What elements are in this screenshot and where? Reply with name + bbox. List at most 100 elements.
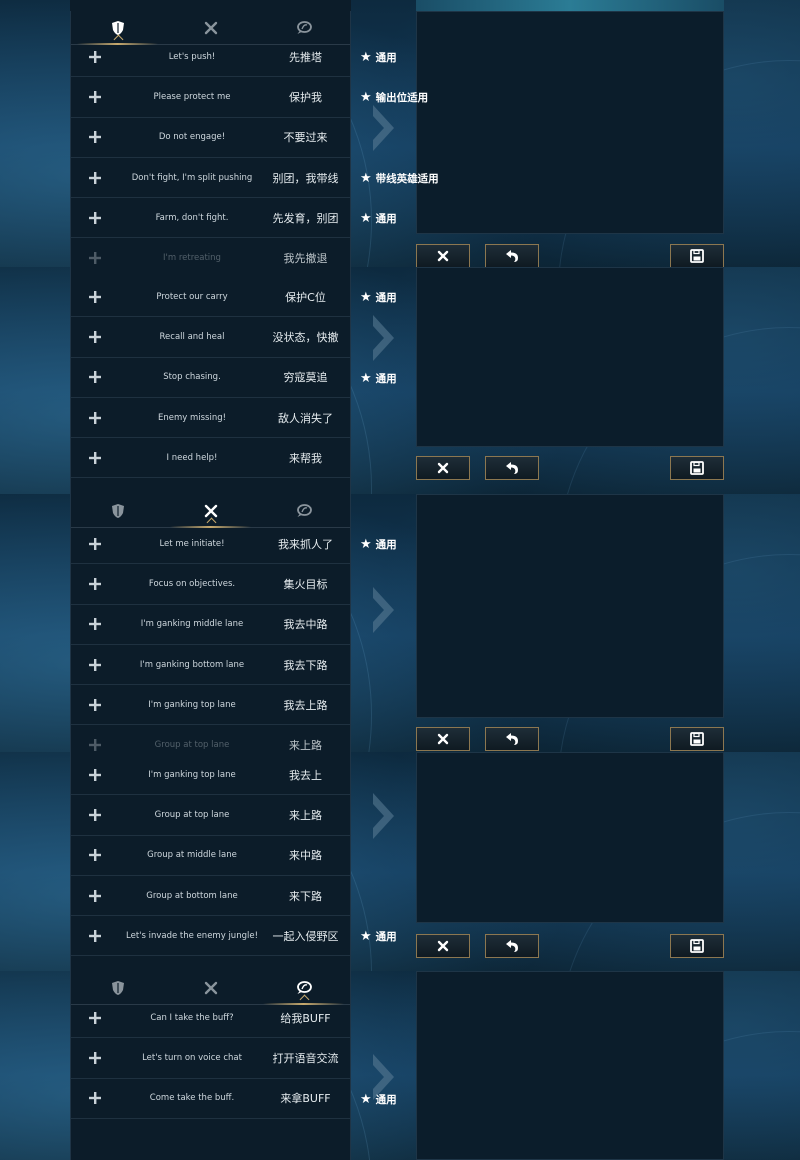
plus-icon (89, 889, 101, 902)
add-phrase-button[interactable] (71, 768, 119, 781)
phrase-row[interactable]: I'm ganking bottom lane 我去下路 (71, 645, 350, 686)
undo-button[interactable] (485, 934, 539, 958)
usage-tag: ★ 通用 (360, 290, 397, 305)
usage-tag-label: 通用 (375, 372, 397, 385)
add-phrase-button[interactable] (71, 929, 119, 942)
phrase-english: I'm ganking top lane (148, 699, 236, 710)
phrase-row[interactable]: Group at middle lane 来中路 (71, 836, 350, 876)
add-phrase-button[interactable] (71, 1011, 119, 1024)
phrase-chinese: 给我BUFF (280, 1011, 331, 1025)
plus-icon (89, 252, 101, 265)
undo-button[interactable] (485, 244, 539, 267)
crossed-swords-icon (204, 21, 217, 34)
add-phrase-button[interactable] (71, 537, 119, 550)
add-phrase-button[interactable] (71, 577, 119, 590)
close-icon (437, 462, 449, 474)
phrase-row[interactable]: Don't fight, I'm split pushing 别团，我带线 (71, 158, 350, 199)
add-phrase-button[interactable] (71, 739, 119, 752)
phrase-row[interactable]: Let's push! 先推塔 (71, 37, 350, 78)
phrase-row[interactable]: Do not engage! 不要过来 (71, 118, 350, 158)
chevron-right-icon (373, 315, 394, 361)
phrase-row[interactable]: Group at top lane 来上路 (71, 795, 350, 836)
selected-phrases-box (416, 11, 724, 234)
clear-button[interactable] (416, 244, 470, 267)
star-icon: ★ (360, 929, 372, 945)
undo-button[interactable] (485, 456, 539, 480)
save-button[interactable] (670, 456, 724, 480)
clear-button[interactable] (416, 727, 470, 751)
transfer-arrow[interactable] (370, 102, 398, 158)
phrase-english: Do not engage! (158, 132, 226, 143)
undo-button[interactable] (485, 727, 539, 751)
save-button[interactable] (670, 727, 724, 751)
plus-icon (89, 411, 101, 424)
transfer-arrow[interactable] (370, 1051, 398, 1107)
phrase-row[interactable]: I need help! 来帮我 (71, 438, 350, 479)
phrase-row[interactable]: Group at bottom lane 来下路 (71, 876, 350, 917)
chevron-right-icon (373, 587, 394, 633)
usage-tag: ★ 通用 (360, 537, 397, 552)
add-phrase-button[interactable] (71, 618, 119, 631)
usage-tag: ★ 通用 (360, 50, 397, 65)
usage-tag-label: 通用 (375, 52, 397, 64)
add-phrase-button[interactable] (71, 889, 119, 902)
tab-combat[interactable] (164, 494, 257, 528)
save-icon (690, 249, 704, 263)
phrase-row[interactable]: Farm, don't fight. 先发育，别团 (71, 198, 350, 239)
transfer-arrow[interactable] (370, 584, 398, 640)
transfer-arrow[interactable] (370, 790, 398, 846)
phrase-row[interactable]: Enemy missing! 敌人消失了 (71, 398, 350, 439)
undo-icon (506, 940, 518, 952)
phrase-row[interactable]: Stop chasing. 穷寇莫追 (71, 358, 350, 398)
clear-button[interactable] (416, 456, 470, 480)
plus-icon (89, 50, 101, 63)
add-phrase-button[interactable] (71, 171, 119, 184)
phrase-row[interactable]: I'm ganking top lane 我去上路 (71, 685, 350, 726)
phrase-row[interactable]: Focus on objectives. 集火目标 (71, 564, 350, 605)
clear-button[interactable] (416, 934, 470, 958)
tab-chat[interactable] (257, 494, 350, 527)
phrase-row[interactable]: I'm ganking top lane 我去上 (71, 755, 350, 796)
star-icon: ★ (360, 537, 372, 552)
add-phrase-button[interactable] (71, 658, 119, 671)
add-phrase-button[interactable] (71, 330, 119, 343)
phrase-row[interactable]: Recall and heal 没状态，快撤 (71, 317, 350, 358)
crossed-swords-icon (204, 504, 217, 517)
add-phrase-button[interactable] (71, 411, 119, 424)
add-phrase-button[interactable] (71, 131, 119, 144)
add-phrase-button[interactable] (71, 90, 119, 103)
add-phrase-button[interactable] (71, 371, 119, 384)
phrase-row[interactable]: Protect our carry 保护C位 (71, 277, 350, 318)
add-phrase-button[interactable] (71, 698, 119, 711)
phrase-row[interactable]: Can I take the buff? 给我BUFF (71, 998, 350, 1039)
add-phrase-button[interactable] (71, 252, 119, 265)
add-phrase-button[interactable] (71, 1051, 119, 1064)
add-phrase-button[interactable] (71, 1092, 119, 1105)
list-panel-header (70, 0, 351, 11)
add-phrase-button[interactable] (71, 50, 119, 63)
phrase-row[interactable]: Group at top lane 来上路 (71, 725, 350, 752)
phrase-english: Please protect me (153, 91, 231, 102)
add-phrase-button[interactable] (71, 849, 119, 862)
plus-icon (89, 90, 101, 103)
tab-strategy[interactable] (71, 494, 164, 527)
phrase-row[interactable]: Let me initiate! 我来抓人了 (71, 524, 350, 565)
phrase-row[interactable]: Let's turn on voice chat 打开语音交流 (71, 1038, 350, 1079)
transfer-arrow[interactable] (370, 312, 398, 368)
phrase-english: Recall and heal (159, 331, 225, 342)
add-phrase-button[interactable] (71, 290, 119, 303)
save-button[interactable] (670, 934, 724, 958)
add-phrase-button[interactable] (71, 808, 119, 821)
phrase-row[interactable]: Come take the buff. 来拿BUFF (71, 1079, 350, 1119)
add-phrase-button[interactable] (71, 451, 119, 464)
phrase-rows: Protect our carry 保护C位 Recall and heal 没状态，… (71, 277, 350, 479)
save-button[interactable] (670, 244, 724, 267)
phrase-row[interactable]: Please protect me 保护我 (71, 77, 350, 118)
add-phrase-button[interactable] (71, 211, 119, 224)
phrase-english: Don't fight, I'm split pushing (131, 172, 253, 183)
plus-icon (89, 1092, 101, 1105)
phrase-chinese: 先发育，别团 (272, 211, 339, 225)
phrase-row[interactable]: Let's invade the enemy jungle! 一起入侵野区 (71, 916, 350, 957)
phrase-row[interactable]: I'm retreating 我先撤退 (71, 238, 350, 267)
phrase-row[interactable]: I'm ganking middle lane 我去中路 (71, 605, 350, 645)
